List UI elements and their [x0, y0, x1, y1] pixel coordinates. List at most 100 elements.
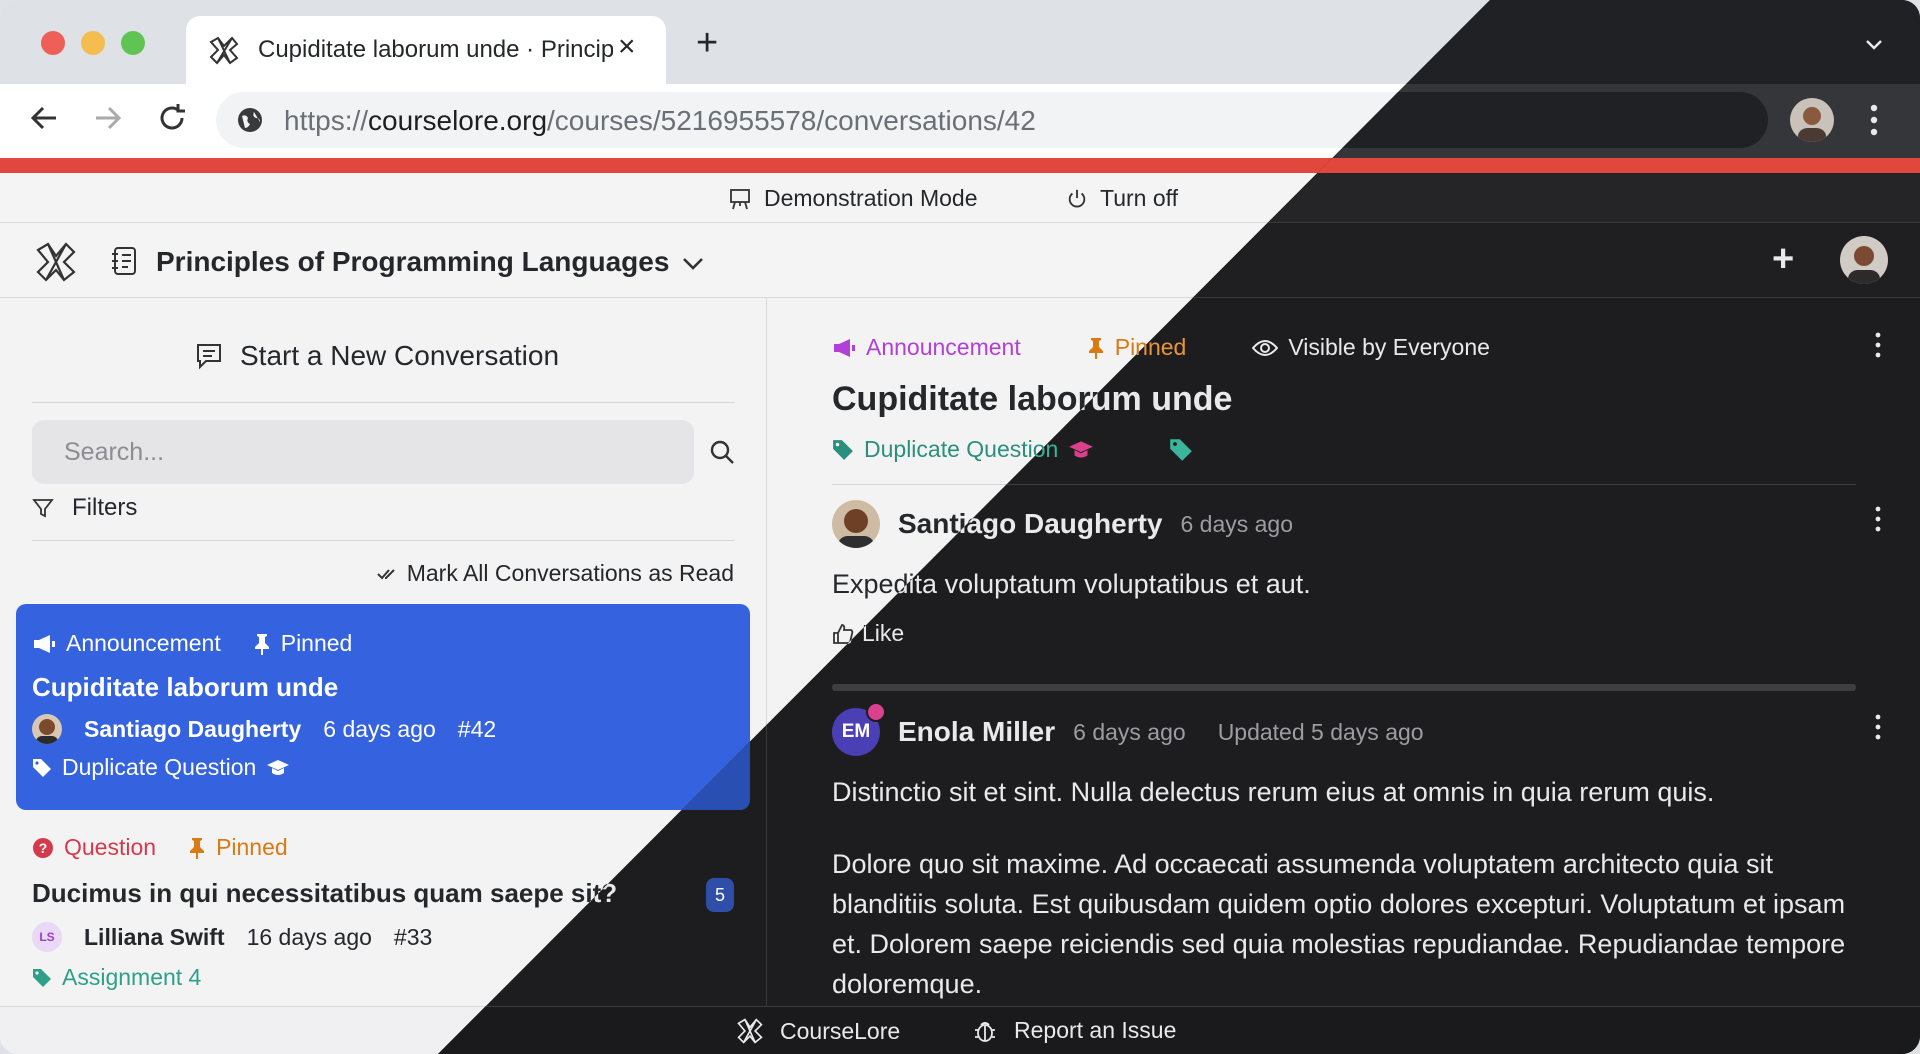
message-header: Santiago Daugherty 6 days ago — [832, 500, 1856, 548]
conversation-type: Question — [64, 834, 157, 860]
site-info-icon[interactable] — [236, 106, 264, 134]
demonstration-mode-label: Demonstration Mode — [764, 185, 978, 211]
chat-icon — [197, 344, 221, 370]
staff-badge-icon — [866, 702, 886, 722]
funnel-icon — [32, 499, 54, 518]
search-field[interactable] — [32, 420, 694, 484]
conversation-actions-icon[interactable] — [1874, 332, 1882, 358]
report-issue-link[interactable]: Report an Issue — [972, 1017, 1176, 1044]
conversation-meta: ? Question Pinned — [32, 834, 288, 861]
mark-all-read-button[interactable]: Mark All Conversations as Read — [377, 560, 734, 587]
browser-menu-icon[interactable] — [1862, 102, 1886, 138]
minimize-window-button[interactable] — [81, 31, 105, 55]
visibility-label: Visible by Everyone — [1288, 334, 1490, 360]
message-paragraph: Dolore quo sit maxime. Ad occaecati assu… — [832, 849, 1846, 999]
easel-icon — [730, 188, 750, 209]
avatar — [32, 714, 62, 744]
author-name: Santiago Daugherty — [84, 715, 302, 742]
filters-button[interactable]: Filters — [32, 494, 137, 522]
pin-icon — [190, 837, 205, 859]
demonstration-mode-button[interactable]: Demonstration Mode — [728, 185, 978, 212]
author-name: Enola Miller — [898, 716, 1056, 747]
turn-off-label: Turn off — [1100, 185, 1178, 211]
timestamp: 6 days ago — [1073, 718, 1186, 745]
unread-count-badge: 5 — [706, 878, 734, 912]
message-body: Expedita voluptatum voluptatibus et aut. — [832, 569, 1311, 599]
courselore-label: CourseLore — [780, 1017, 901, 1044]
pinned-label: Pinned — [280, 630, 353, 656]
start-new-conversation-button[interactable]: Start a New Conversation — [194, 340, 559, 372]
conversation-title: Ducimus in qui necessitatibus quam saepe… — [32, 878, 618, 908]
message-actions-icon[interactable] — [1874, 506, 1882, 532]
megaphone-icon — [34, 634, 55, 653]
divider — [32, 402, 735, 403]
tag-icon — [33, 758, 51, 777]
author-name: Lilliana Swift — [84, 923, 225, 950]
pin-icon — [254, 633, 269, 655]
avatar: LS — [32, 922, 62, 952]
tag-label[interactable]: Duplicate Question — [864, 436, 1058, 463]
browser-profile-avatar[interactable] — [1790, 98, 1834, 142]
graduation-cap-icon — [267, 759, 290, 775]
tag-icon — [33, 968, 51, 987]
user-avatar[interactable] — [1840, 236, 1888, 284]
conversation-number: #33 — [393, 923, 433, 950]
back-arrow-icon[interactable] — [26, 100, 62, 136]
courselore-logo-icon[interactable] — [34, 240, 78, 284]
course-title[interactable]: Principles of Programming Languages — [156, 246, 669, 278]
report-issue-label: Report an Issue — [1014, 1017, 1177, 1043]
maximize-window-button[interactable] — [121, 31, 145, 55]
conversation-author-row: Santiago Daugherty 6 days ago #42 — [32, 714, 496, 744]
url-text: https://courselore.org/courses/521695557… — [284, 105, 1036, 136]
message-divider — [832, 684, 1856, 691]
close-window-button[interactable] — [41, 31, 65, 55]
svg-text:?: ? — [39, 840, 48, 856]
conversation-item-selected[interactable]: Announcement Pinned Cupiditate laborum u… — [16, 604, 750, 810]
avatar: EM — [832, 702, 886, 756]
double-check-icon — [377, 568, 395, 579]
conversation-type: Announcement — [866, 334, 1021, 360]
conversation-tag: Assignment 4 — [32, 964, 201, 991]
conversation-type: Announcement — [66, 630, 221, 656]
courselore-link[interactable]: CourseLore — [736, 1017, 900, 1045]
conversation-tag: Duplicate Question — [32, 754, 290, 781]
filters-label: Filters — [72, 494, 138, 521]
browser-tab[interactable]: Cupiditate laborum unde · Principles of … — [186, 16, 666, 84]
updated-timestamp: Updated 5 days ago — [1217, 718, 1424, 745]
close-tab-icon[interactable]: × — [618, 32, 636, 62]
timestamp: 16 days ago — [246, 923, 372, 950]
tab-title: Cupiditate laborum unde · Principles of … — [258, 36, 613, 63]
search-icon[interactable] — [708, 438, 736, 466]
conversation-number: #42 — [457, 715, 497, 742]
timestamp: 6 days ago — [323, 715, 436, 742]
course-notebook-icon — [112, 247, 136, 275]
add-tag-icon[interactable] — [1168, 438, 1194, 462]
tab-search-chevron-icon[interactable] — [1862, 32, 1886, 56]
mark-all-read-label: Mark All Conversations as Read — [406, 560, 734, 586]
power-icon — [1068, 189, 1086, 207]
add-button[interactable]: + — [1772, 240, 1794, 278]
conversation-meta: Announcement Pinned — [32, 630, 352, 657]
avatar — [832, 500, 880, 548]
start-new-conversation-label: Start a New Conversation — [240, 340, 560, 371]
reload-icon[interactable] — [154, 100, 190, 136]
message-paragraph: Distinctio sit et sint. Nulla delectus r… — [832, 777, 1715, 807]
forward-arrow-icon[interactable] — [90, 100, 126, 136]
pin-icon — [1088, 337, 1103, 359]
graduation-cap-icon — [1069, 440, 1094, 458]
search-input[interactable] — [64, 438, 664, 467]
new-tab-button[interactable]: + — [696, 24, 718, 62]
like-label: Like — [862, 620, 905, 646]
message-actions-icon[interactable] — [1874, 714, 1882, 740]
timestamp: 6 days ago — [1180, 510, 1294, 537]
eye-icon — [1252, 339, 1279, 356]
message: Santiago Daugherty 6 days ago — [832, 500, 1856, 548]
courselore-logo-icon — [737, 1018, 763, 1044]
bug-icon — [975, 1021, 995, 1042]
tag-icon — [833, 439, 853, 460]
question-circle-icon: ? — [33, 837, 53, 858]
browser-window: Cupiditate laborum unde · Principles of … — [0, 0, 1920, 1054]
chevron-down-icon[interactable] — [680, 250, 706, 276]
turn-off-button[interactable]: Turn off — [1066, 185, 1178, 212]
conversation-title: Cupiditate laborum unde — [32, 672, 339, 702]
